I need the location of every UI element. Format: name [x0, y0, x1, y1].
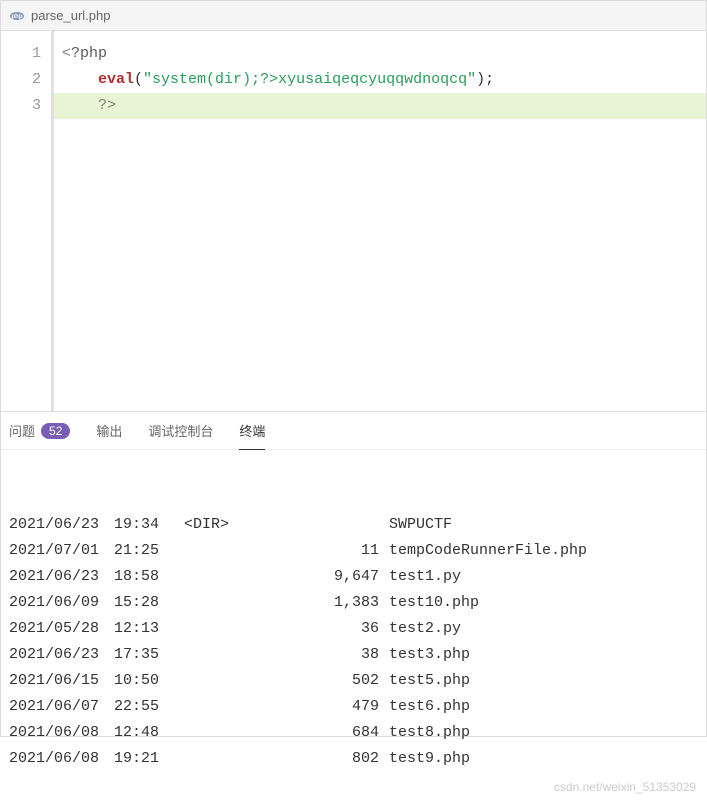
col-name: test1.py	[389, 564, 698, 590]
code-content[interactable]: <?php eval("system(dir);?>xyusaiqeqcyuqq…	[51, 31, 706, 411]
col-type	[184, 694, 259, 720]
col-name: test6.php	[389, 694, 698, 720]
col-type	[184, 616, 259, 642]
line-number: 3	[1, 93, 41, 119]
col-date: 2021/07/01	[9, 538, 114, 564]
code-line-1: <?php	[54, 41, 706, 67]
tab-problems-label: 问题	[9, 421, 35, 440]
col-time: 12:13	[114, 616, 184, 642]
php-file-icon: php	[9, 8, 25, 24]
col-date: 2021/06/08	[9, 720, 114, 746]
col-name: test8.php	[389, 720, 698, 746]
code-editor[interactable]: 1 2 3 <?php eval("system(dir);?>xyusaiqe…	[1, 31, 706, 411]
col-type	[184, 746, 259, 772]
col-name: SWPUCTF	[389, 512, 698, 538]
col-date: 2021/06/08	[9, 746, 114, 772]
col-type	[184, 720, 259, 746]
col-type	[184, 538, 259, 564]
line-gutter: 1 2 3	[1, 31, 51, 411]
col-date: 2021/06/15	[9, 668, 114, 694]
col-type	[184, 642, 259, 668]
col-name: test5.php	[389, 668, 698, 694]
col-time: 10:50	[114, 668, 184, 694]
problems-count-badge: 52	[41, 423, 70, 439]
code-line-2: eval("system(dir);?>xyusaiqeqcyuqqwdnoqc…	[54, 67, 706, 93]
terminal-row: 2021/06/2319:34<DIR> SWPUCTF	[9, 512, 698, 538]
col-name: tempCodeRunnerFile.php	[389, 538, 698, 564]
col-type	[184, 668, 259, 694]
col-size: 11	[259, 538, 389, 564]
svg-text:php: php	[12, 14, 23, 20]
col-date: 2021/06/23	[9, 564, 114, 590]
terminal-row: 2021/06/0722:55 479test6.php	[9, 694, 698, 720]
col-time: 15:28	[114, 590, 184, 616]
terminal-row: 2021/06/2318:58 9,647test1.py	[9, 564, 698, 590]
terminal-row: 2021/06/0915:28 1,383test10.php	[9, 590, 698, 616]
col-size: 684	[259, 720, 389, 746]
col-time: 19:21	[114, 746, 184, 772]
line-number: 1	[1, 41, 41, 67]
tab-problems[interactable]: 问题 52	[9, 412, 70, 449]
line-number: 2	[1, 67, 41, 93]
col-time: 21:25	[114, 538, 184, 564]
col-type	[184, 564, 259, 590]
tab-output[interactable]: 输出	[96, 412, 122, 449]
col-size: 9,647	[259, 564, 389, 590]
panel-tab-bar: 问题 52 输出 调试控制台 终端	[1, 412, 706, 450]
terminal-row: 2021/06/2317:35 38test3.php	[9, 642, 698, 668]
col-size: 479	[259, 694, 389, 720]
terminal-row: 2021/05/2812:13 36test2.py	[9, 616, 698, 642]
watermark: csdn.net/weixin_51353029	[554, 774, 696, 800]
col-date: 2021/06/07	[9, 694, 114, 720]
col-type	[184, 590, 259, 616]
tab-terminal[interactable]: 终端	[239, 413, 265, 450]
col-time: 17:35	[114, 642, 184, 668]
col-size: 502	[259, 668, 389, 694]
editor-tab-filename[interactable]: parse_url.php	[31, 8, 111, 23]
col-date: 2021/06/23	[9, 512, 114, 538]
col-size: 1,383	[259, 590, 389, 616]
col-size: 38	[259, 642, 389, 668]
code-line-3: ?>	[54, 93, 706, 119]
terminal-row: 2021/06/0819:21 802test9.php	[9, 746, 698, 772]
col-size	[259, 512, 389, 538]
col-name: test10.php	[389, 590, 698, 616]
tab-debug-console[interactable]: 调试控制台	[148, 412, 213, 449]
terminal-output[interactable]: 2021/06/2319:34<DIR>SWPUCTF2021/07/0121:…	[1, 450, 706, 808]
col-name: test3.php	[389, 642, 698, 668]
terminal-row: 2021/06/1510:50 502test5.php	[9, 668, 698, 694]
col-time: 12:48	[114, 720, 184, 746]
col-name: test9.php	[389, 746, 698, 772]
editor-tab-bar: php parse_url.php	[1, 1, 706, 31]
col-date: 2021/06/09	[9, 590, 114, 616]
col-size: 802	[259, 746, 389, 772]
col-time: 22:55	[114, 694, 184, 720]
col-time: 18:58	[114, 564, 184, 590]
col-name: test2.py	[389, 616, 698, 642]
terminal-row: 2021/07/0121:25 11tempCodeRunnerFile.php	[9, 538, 698, 564]
col-size: 36	[259, 616, 389, 642]
col-type: <DIR>	[184, 512, 259, 538]
col-time: 19:34	[114, 512, 184, 538]
col-date: 2021/05/28	[9, 616, 114, 642]
col-date: 2021/06/23	[9, 642, 114, 668]
terminal-row: 2021/06/0812:48 684test8.php	[9, 720, 698, 746]
